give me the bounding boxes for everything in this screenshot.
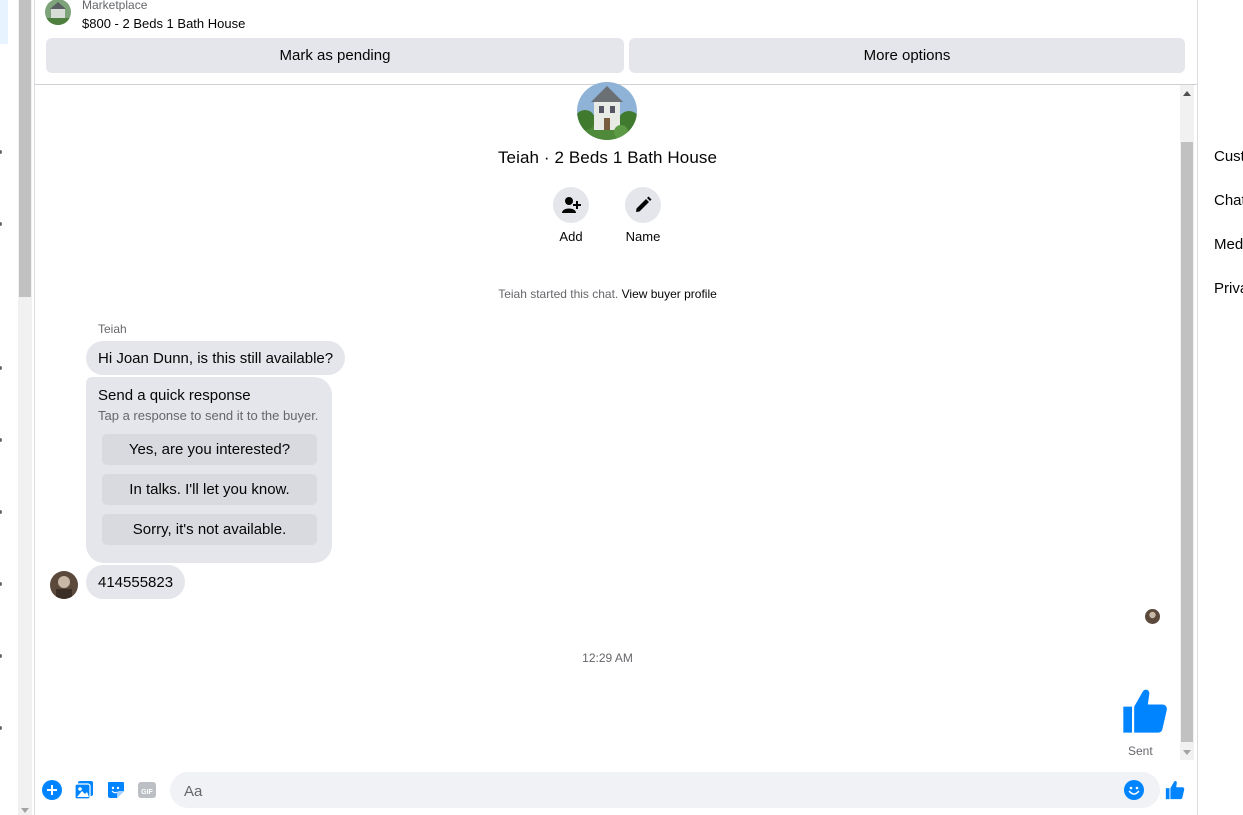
view-buyer-profile-link[interactable]: View buyer profile: [622, 287, 717, 301]
message-input-box[interactable]: [170, 772, 1160, 810]
message-thread: Teiah · 2 Beds 1 Bath House Add Name Tei…: [35, 82, 1197, 760]
sidebar-scroll-down-arrow[interactable]: [21, 808, 29, 813]
more-options-button[interactable]: More options: [629, 38, 1185, 73]
thumbs-up-icon[interactable]: [1164, 779, 1186, 801]
sidebar-dot: [0, 654, 2, 658]
left-sidebar-edge: [0, 0, 35, 815]
sidebar-dot: [0, 438, 2, 442]
photo-icon[interactable]: [74, 780, 94, 800]
quick-response-subtitle: Tap a response to send it to the buyer.: [98, 408, 319, 423]
message-composer: GIF: [35, 770, 1197, 810]
chat-header: Marketplace $800 - 2 Beds 1 Bath House M…: [35, 0, 1197, 85]
thumbs-up-sticker-icon: [1119, 685, 1171, 737]
avatar[interactable]: [50, 571, 78, 599]
privacy-support-item[interactable]: Privacy & support: [1214, 280, 1243, 297]
chat-info-item[interactable]: Chat info: [1214, 192, 1243, 209]
selected-conversation-edge: [0, 0, 8, 44]
listing-photo[interactable]: [577, 82, 637, 140]
quick-response-title: Send a quick response: [98, 387, 251, 404]
message-input[interactable]: [182, 772, 1116, 810]
sticker-icon[interactable]: [106, 780, 126, 800]
sidebar-dot: [0, 366, 2, 370]
chat-started-text: Teiah started this chat.: [498, 287, 619, 301]
chat-started-notice: Teiah started this chat. View buyer prof…: [35, 287, 1180, 301]
quick-response-option[interactable]: Sorry, it's not available.: [102, 514, 317, 545]
chat-info-panel: Customize chat Chat info Media, files an…: [1198, 0, 1243, 815]
sidebar-scrollbar[interactable]: [18, 0, 32, 815]
sender-name: Teiah: [98, 322, 127, 336]
scroll-down-arrow[interactable]: [1183, 750, 1191, 755]
plus-icon[interactable]: [42, 780, 62, 800]
sidebar-dot: [0, 510, 2, 514]
outgoing-message[interactable]: 414555823: [86, 565, 186, 599]
marketplace-label: Marketplace: [82, 0, 148, 12]
listing-thumbnail[interactable]: [45, 0, 71, 25]
sidebar-dot: [0, 150, 2, 154]
name-conversation-action[interactable]: Name: [613, 187, 673, 244]
gif-icon[interactable]: GIF: [137, 780, 157, 800]
thread-scrollbar[interactable]: [1180, 85, 1194, 760]
name-label: Name: [625, 229, 661, 244]
emoji-icon[interactable]: [1124, 780, 1144, 800]
quick-response-option[interactable]: In talks. I'll let you know.: [102, 474, 317, 505]
chat-pane: Marketplace $800 - 2 Beds 1 Bath House M…: [35, 0, 1198, 815]
sent-status: Sent: [1128, 744, 1153, 758]
sidebar-dot: [0, 222, 2, 226]
add-person-icon[interactable]: [553, 187, 589, 223]
quick-response-card: Send a quick response Tap a response to …: [86, 377, 332, 563]
sidebar-dot: [0, 582, 2, 586]
add-label: Add: [559, 229, 583, 244]
seen-indicator-avatar: [1145, 609, 1160, 624]
thread-scrollbar-thumb[interactable]: [1181, 142, 1193, 742]
conversation-title: Teiah · 2 Beds 1 Bath House: [497, 148, 718, 167]
listing-title[interactable]: $800 - 2 Beds 1 Bath House: [82, 16, 245, 31]
sidebar-dot: [0, 726, 2, 730]
media-files-item[interactable]: Media, files and links: [1214, 236, 1243, 253]
customize-chat-item[interactable]: Customize chat: [1214, 148, 1243, 165]
message-timestamp: 12:29 AM: [582, 651, 633, 665]
pencil-icon[interactable]: [625, 187, 661, 223]
incoming-message[interactable]: Hi Joan Dunn, is this still available?: [86, 341, 346, 375]
scroll-up-arrow[interactable]: [1183, 91, 1191, 96]
mark-as-pending-button[interactable]: Mark as pending: [46, 38, 624, 73]
quick-response-option[interactable]: Yes, are you interested?: [102, 434, 317, 465]
add-people-action[interactable]: Add: [541, 187, 601, 244]
sidebar-scrollbar-thumb[interactable]: [19, 0, 31, 297]
gif-icon-text: GIF: [141, 789, 153, 796]
